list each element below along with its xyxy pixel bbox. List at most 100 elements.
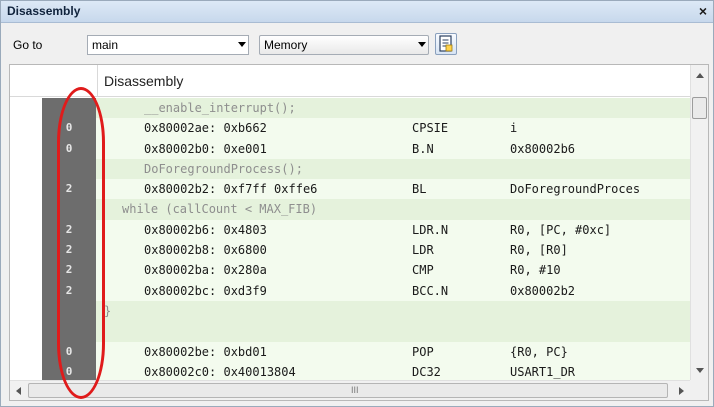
toggle-mixed-mode-button[interactable] — [435, 33, 457, 55]
scroll-left-icon[interactable] — [16, 387, 21, 395]
execution-count — [42, 158, 96, 180]
memory-dropdown[interactable]: Memory — [259, 35, 429, 55]
instruction-operands: R0, [PC, #0xc] — [510, 222, 612, 237]
source-line-row[interactable]: while (callCount < MAX_FIB) — [10, 199, 690, 220]
goto-value: main — [92, 38, 119, 52]
execution-count: 2 — [42, 260, 96, 281]
code-cell — [96, 321, 690, 342]
instruction-address: 0x80002b2: 0xf7ff 0xffe6 — [144, 182, 318, 197]
header-divider — [97, 65, 98, 97]
gutter-margin — [10, 240, 42, 261]
instruction-operands: 0x80002b2 — [510, 283, 576, 298]
instruction-mnemonic: BCC.N — [412, 283, 449, 298]
gutter-margin — [10, 300, 42, 322]
window-title: Disassembly — [7, 4, 81, 18]
instruction-row[interactable]: 0 0x80002c0: 0x40013804 DC32 USART1_DR — [10, 361, 690, 380]
header-title: Disassembly — [104, 73, 184, 89]
execution-count: 0 — [42, 341, 96, 362]
gutter-margin — [10, 341, 42, 362]
chevron-down-icon[interactable] — [238, 42, 246, 47]
h-scroll-thumb[interactable]: III — [28, 383, 668, 398]
gutter-margin — [10, 199, 42, 220]
scroll-corner — [690, 380, 708, 400]
instruction-row[interactable]: 2 0x80002b8: 0x6800 LDR R0, [R0] — [10, 240, 690, 261]
instruction-operands: R0, [R0] — [510, 243, 568, 258]
instruction-row[interactable]: 0 0x80002be: 0xbd01 POP {R0, PC} — [10, 341, 690, 362]
code-cell: 0x80002b2: 0xf7ff 0xffe6 BL DoForegroundPr… — [96, 179, 690, 200]
blank-row[interactable] — [10, 321, 690, 342]
instruction-address: 0x80002b0: 0xe001 — [144, 141, 267, 156]
instruction-operands: i — [510, 121, 518, 136]
horizontal-scrollbar[interactable]: III — [10, 380, 690, 400]
toolbar: Go to main Memory — [1, 24, 713, 62]
gutter-margin — [10, 118, 42, 139]
code-cell: 0x80002ae: 0xb662 CPSIE i — [96, 118, 690, 139]
code-cell: 0x80002b0: 0xe001 B.N 0x80002b6 — [96, 138, 690, 159]
instruction-operands: R0, #10 — [510, 263, 561, 278]
gutter-margin — [10, 260, 42, 281]
instruction-address: 0x80002be: 0xbd01 — [144, 344, 267, 359]
column-header: Disassembly — [10, 65, 690, 97]
instruction-mnemonic: CPSIE — [412, 121, 449, 136]
instruction-address: 0x80002b8: 0x6800 — [144, 243, 267, 258]
code-cell: 0x80002b6: 0x4803 LDR.N R0, [PC, #0xc] — [96, 219, 690, 241]
instruction-address: 0x80002ae: 0xb662 — [144, 121, 267, 136]
document-icon — [439, 35, 453, 52]
code-cell: } — [96, 300, 690, 322]
code-cell: 0x80002c0: 0x40013804 DC32 USART1_DR — [96, 361, 690, 380]
goto-combobox[interactable]: main — [87, 35, 249, 55]
execution-count: 2 — [42, 179, 96, 200]
source-line-row[interactable]: __enable_interrupt(); — [10, 98, 690, 119]
gutter-margin — [10, 158, 42, 180]
source-line-row[interactable]: DoForegroundProcess(); — [10, 158, 690, 180]
execution-count: 0 — [42, 361, 96, 380]
instruction-row[interactable]: 2 0x80002bc: 0xd3f9 BCC.N 0x80002b2 — [10, 280, 690, 301]
source-line-text: } — [104, 303, 112, 318]
code-cell: 0x80002ba: 0x280a CMP R0, #10 — [96, 260, 690, 281]
execution-count — [42, 300, 96, 322]
execution-count — [42, 98, 96, 119]
gutter-margin — [10, 179, 42, 200]
code-cell: 0x80002bc: 0xd3f9 BCC.N 0x80002b2 — [96, 280, 690, 301]
goto-label: Go to — [13, 38, 43, 52]
instruction-row[interactable]: 2 0x80002b6: 0x4803 LDR.N R0, [PC, #0xc] — [10, 219, 690, 241]
execution-count: 2 — [42, 280, 96, 301]
instruction-mnemonic: POP — [412, 344, 434, 359]
title-bar: Disassembly × — [1, 1, 713, 23]
instruction-row[interactable]: 0 0x80002ae: 0xb662 CPSIE i — [10, 118, 690, 139]
instruction-mnemonic: DC32 — [412, 364, 441, 379]
execution-count: 2 — [42, 219, 96, 241]
scroll-thumb[interactable] — [692, 97, 707, 119]
source-line-text: DoForegroundProcess(); — [144, 161, 303, 176]
code-cell: while (callCount < MAX_FIB) — [96, 199, 690, 220]
disassembly-rows[interactable]: __enable_interrupt(); 0 0x80002ae: 0xb662 C… — [10, 98, 690, 380]
disassembly-window: Disassembly × Go to main Memory Disassem… — [0, 0, 714, 407]
instruction-operands: 0x80002b6 — [510, 141, 576, 156]
source-line-row[interactable]: } — [10, 300, 690, 322]
instruction-mnemonic: B.N — [412, 141, 434, 156]
vertical-scrollbar[interactable] — [690, 65, 708, 381]
instruction-row[interactable]: 2 0x80002b2: 0xf7ff 0xffe6 BL DoForegroundP… — [10, 179, 690, 200]
scroll-down-icon[interactable] — [696, 368, 704, 373]
instruction-mnemonic: LDR.N — [412, 222, 449, 237]
source-line-text: while (callCount < MAX_FIB) — [122, 202, 318, 217]
close-icon[interactable]: × — [699, 3, 707, 19]
scroll-up-icon[interactable] — [696, 73, 704, 78]
gutter-margin — [10, 321, 42, 342]
gutter-margin — [10, 280, 42, 301]
gutter-margin — [10, 98, 42, 119]
instruction-operands: USART1_DR — [510, 364, 576, 379]
execution-count — [42, 321, 96, 342]
instruction-mnemonic: BL — [412, 182, 427, 197]
chevron-down-icon[interactable] — [418, 42, 426, 47]
instruction-row[interactable]: 0 0x80002b0: 0xe001 B.N 0x80002b6 — [10, 138, 690, 159]
instruction-row[interactable]: 2 0x80002ba: 0x280a CMP R0, #10 — [10, 260, 690, 281]
instruction-mnemonic: CMP — [412, 263, 434, 278]
gutter-margin — [10, 138, 42, 159]
disassembly-panel: Disassembly __enable_interrupt(); 0 0x8000… — [9, 64, 709, 401]
execution-count: 0 — [42, 138, 96, 159]
instruction-mnemonic: LDR — [412, 243, 434, 258]
source-line-text: __enable_interrupt(); — [144, 101, 296, 115]
scroll-right-icon[interactable] — [679, 387, 684, 395]
instruction-address: 0x80002bc: 0xd3f9 — [144, 283, 267, 298]
